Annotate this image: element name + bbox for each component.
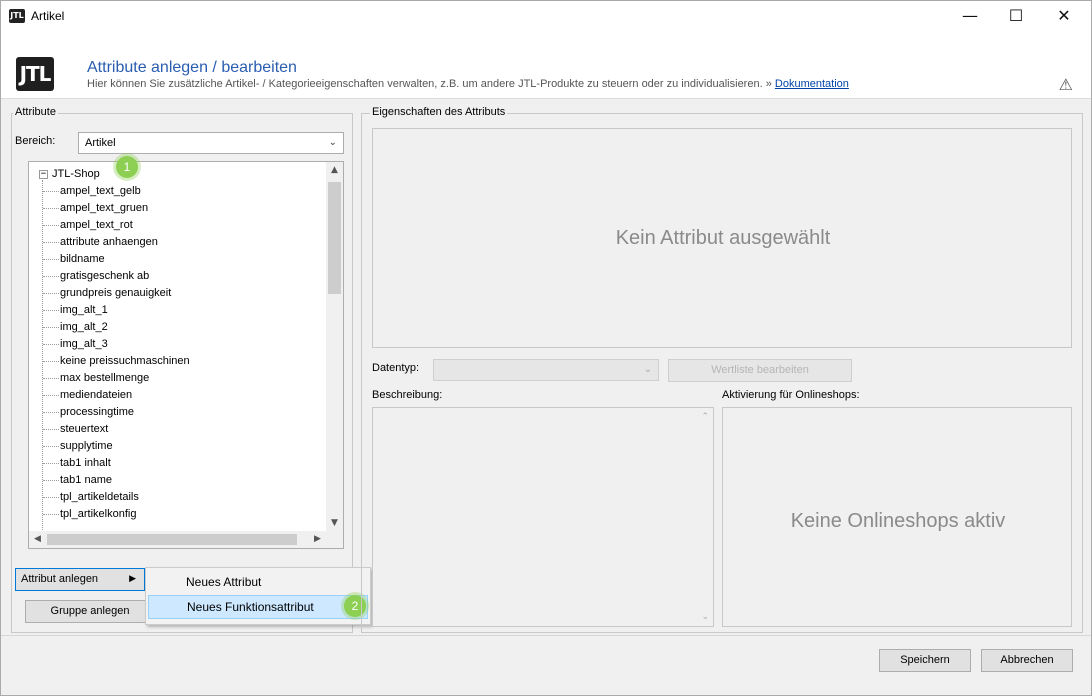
tree-item-label: keine preissuchmaschinen bbox=[60, 355, 190, 367]
page-header: JTL Attribute anlegen / bearbeiten Hier … bbox=[1, 31, 1091, 99]
page-subtitle: Hier können Sie zusätzliche Artikel- / K… bbox=[87, 78, 849, 90]
tree-item[interactable]: steuertext bbox=[43, 421, 108, 438]
close-button[interactable]: ✕ bbox=[1041, 1, 1087, 31]
tree-item-label: attribute anhaengen bbox=[60, 236, 158, 248]
bereich-select[interactable]: Artikel ⌄ bbox=[78, 132, 344, 154]
tree-item-label: tpl_artikeldetails bbox=[60, 491, 139, 503]
tree-horizontal-scrollbar[interactable]: ◀ ▶ bbox=[29, 531, 343, 548]
scroll-up-icon[interactable]: ▲ bbox=[326, 162, 343, 179]
scrollbar-thumb[interactable] bbox=[47, 534, 297, 545]
tree-item-label: img_alt_1 bbox=[60, 304, 108, 316]
tree-item[interactable]: ampel_text_rot bbox=[43, 217, 133, 234]
tree-item-label: ampel_text_gruen bbox=[60, 202, 149, 214]
tree-item[interactable]: max bestellmenge bbox=[43, 370, 149, 387]
step-badge-1: 1 bbox=[116, 156, 138, 178]
jtl-app-icon: JTL bbox=[9, 9, 25, 23]
tree-item-label: tpl_artikelkonfig bbox=[60, 508, 137, 520]
tree-item-label: max bestellmenge bbox=[60, 372, 150, 384]
tree-item[interactable]: img_alt_2 bbox=[43, 319, 108, 336]
tree-item-label: ampel_text_gelb bbox=[60, 185, 141, 197]
collapse-icon[interactable]: − bbox=[39, 169, 48, 179]
attribute-details-panel: Kein Attribut ausgewählt bbox=[372, 128, 1072, 348]
tree-item-label: img_alt_3 bbox=[60, 338, 108, 350]
tree-item[interactable]: tab1 inhalt bbox=[43, 455, 111, 472]
tree-item[interactable]: img_alt_3 bbox=[43, 336, 108, 353]
scroll-up-icon[interactable]: ⌃ bbox=[701, 412, 709, 422]
properties-legend: Eigenschaften des Attributs bbox=[370, 106, 508, 118]
menu-item-neues-attribut[interactable]: Neues Attribut bbox=[148, 570, 368, 594]
chevron-down-icon: ⌄ bbox=[643, 364, 652, 375]
tree-item[interactable]: tab1 name bbox=[43, 472, 112, 489]
tree-item[interactable]: tpl_artikelkonfig bbox=[43, 506, 136, 523]
tree-item[interactable]: ampel_text_gelb bbox=[43, 183, 141, 200]
tree-item-label: ampel_text_rot bbox=[60, 219, 133, 231]
tree-item[interactable]: supplytime bbox=[43, 438, 113, 455]
no-attribute-text: Kein Attribut ausgewählt bbox=[615, 227, 831, 249]
save-button[interactable]: Speichern bbox=[879, 649, 971, 672]
tree-item[interactable]: grundpreis genauigkeit bbox=[43, 285, 171, 302]
tree-item-label: img_alt_2 bbox=[60, 321, 108, 333]
page-subtitle-text: Hier können Sie zusätzliche Artikel- / K… bbox=[87, 78, 763, 90]
wertliste-bearbeiten-button[interactable]: Wertliste bearbeiten bbox=[668, 359, 852, 382]
onlineshops-panel: Keine Onlineshops aktiv bbox=[722, 407, 1072, 627]
artikel-window: JTL Artikel — ☐ ✕ JTL Attribute anlegen … bbox=[0, 0, 1092, 696]
attribut-anlegen-submenu: Neues Attribut Neues Funktionsattribut bbox=[145, 567, 371, 625]
scroll-down-icon[interactable]: ▼ bbox=[326, 515, 343, 532]
tree-item-label: grundpreis genauigkeit bbox=[60, 287, 172, 299]
no-onlineshops-text: Keine Onlineshops aktiv bbox=[790, 510, 1006, 532]
page-title: Attribute anlegen / bearbeiten bbox=[87, 59, 297, 76]
attribut-anlegen-button[interactable]: Attribut anlegen ▶ bbox=[15, 568, 145, 591]
tree-item-label: processingtime bbox=[60, 406, 134, 418]
tree-item[interactable]: tpl_artikeldetails bbox=[43, 489, 139, 506]
scrollbar-thumb[interactable] bbox=[328, 182, 341, 294]
tree-item[interactable]: attribute anhaengen bbox=[43, 234, 158, 251]
tree-item[interactable]: bildname bbox=[43, 251, 105, 268]
bereich-label: Bereich: bbox=[15, 135, 56, 147]
attribute-tree[interactable]: − JTL-Shop ampel_text_gelb ampel_text_gru… bbox=[28, 161, 344, 549]
tree-item-label: gratisgeschenk ab bbox=[60, 270, 150, 282]
tree-item[interactable]: gratisgeschenk ab bbox=[43, 268, 149, 285]
gruppe-anlegen-button[interactable]: Gruppe anlegen bbox=[25, 600, 155, 623]
chevron-down-icon: ⌄ bbox=[328, 137, 337, 148]
tree-vertical-scrollbar[interactable]: ▲ ▼ bbox=[326, 162, 343, 532]
tree-item-label: tab1 inhalt bbox=[60, 457, 111, 469]
scrollbar-corner bbox=[326, 531, 343, 548]
tree-root-jtl-shop[interactable]: − JTL-Shop bbox=[39, 168, 100, 180]
attribut-anlegen-label: Attribut anlegen bbox=[21, 573, 99, 585]
jtl-logo: JTL bbox=[16, 57, 54, 91]
minimize-button[interactable]: — bbox=[947, 1, 993, 31]
tree-item[interactable]: mediendateien bbox=[43, 387, 132, 404]
tree-item[interactable]: processingtime bbox=[43, 404, 134, 421]
aktivierung-label: Aktivierung für Onlineshops: bbox=[722, 389, 860, 401]
maximize-button[interactable]: ☐ bbox=[993, 1, 1039, 31]
bereich-value: Artikel bbox=[85, 137, 116, 149]
subtitle-separator: » bbox=[765, 78, 772, 90]
tree-item-label: steuertext bbox=[60, 423, 109, 435]
warning-icon[interactable]: ⚠ bbox=[1059, 75, 1073, 94]
tree-root-label: JTL-Shop bbox=[52, 168, 100, 180]
documentation-link[interactable]: Dokumentation bbox=[775, 78, 849, 90]
scroll-down-icon[interactable]: ⌄ bbox=[701, 612, 709, 622]
window-title: Artikel bbox=[31, 9, 65, 23]
tree-item-label: mediendateien bbox=[60, 389, 133, 401]
attributes-legend: Attribute bbox=[13, 106, 58, 118]
cancel-button[interactable]: Abbrechen bbox=[981, 649, 1073, 672]
beschreibung-textarea[interactable]: ⌃ ⌄ bbox=[372, 407, 714, 627]
scroll-right-icon[interactable]: ▶ bbox=[309, 531, 326, 548]
datentyp-select[interactable]: ⌄ bbox=[433, 359, 659, 381]
tree-item[interactable]: ampel_text_gruen bbox=[43, 200, 148, 217]
scroll-left-icon[interactable]: ◀ bbox=[29, 531, 46, 548]
tree-item[interactable]: img_alt_1 bbox=[43, 302, 108, 319]
tree-item[interactable]: keine preissuchmaschinen bbox=[43, 353, 190, 370]
tree-item-label: tab1 name bbox=[60, 474, 112, 486]
menu-item-neues-funktionsattribut[interactable]: Neues Funktionsattribut bbox=[148, 595, 368, 619]
tree-item-label: bildname bbox=[60, 253, 105, 265]
tree-item-label: supplytime bbox=[60, 440, 113, 452]
submenu-arrow-icon: ▶ bbox=[129, 574, 136, 584]
beschreibung-label: Beschreibung: bbox=[372, 389, 443, 401]
title-bar: JTL Artikel — ☐ ✕ bbox=[1, 1, 1091, 31]
datentyp-label: Datentyp: bbox=[372, 362, 420, 374]
